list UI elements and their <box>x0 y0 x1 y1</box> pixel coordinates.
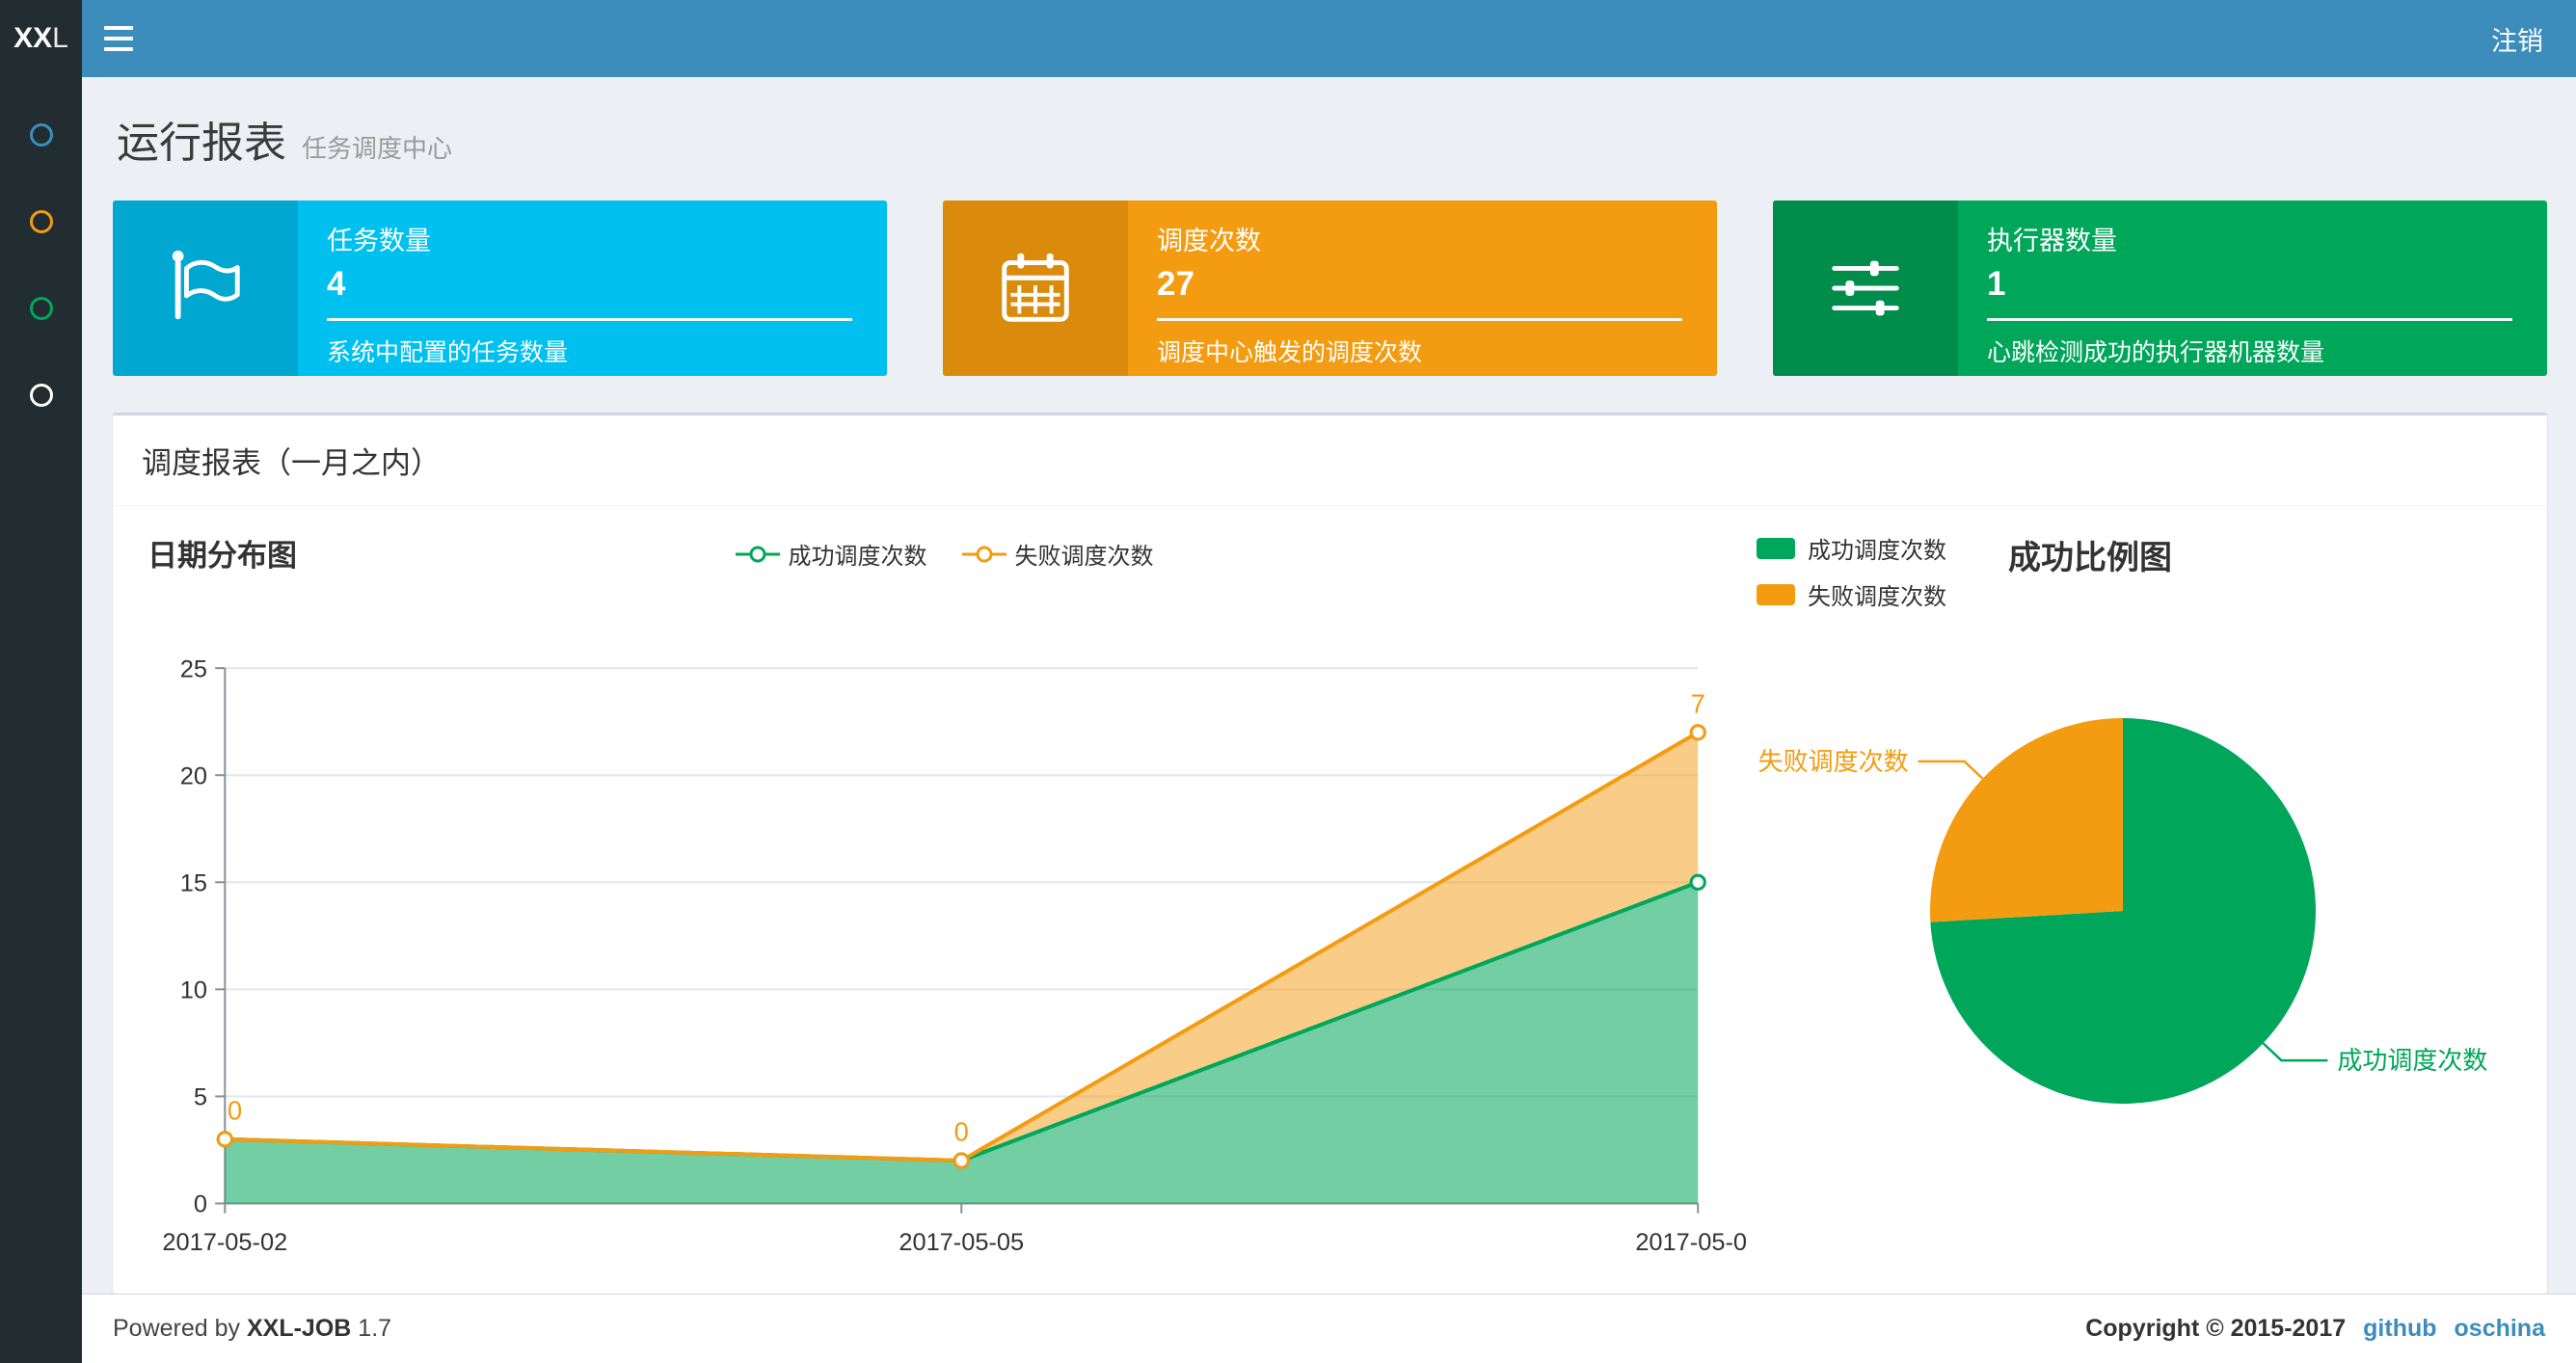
stat-box-body: 调度次数 27 调度中心触发的调度次数 <box>1128 200 1717 376</box>
stat-box-value: 4 <box>327 265 346 303</box>
legend-label: 失败调度次数 <box>1808 584 1946 610</box>
legend-item-fail[interactable]: 失败调度次数 <box>961 537 1154 571</box>
stat-box-value: 1 <box>1987 265 2006 303</box>
stat-box-icon-area <box>943 200 1128 376</box>
stat-box-title: 任务数量 <box>327 227 431 255</box>
page-wrapper: 运行报表 任务调度中心 任务数量 4 系统中配置的任务数量 调度次数 27 调度… <box>0 77 2576 1363</box>
svg-text:成功调度次数: 成功调度次数 <box>2337 1046 2487 1075</box>
logo-text-bold: XX <box>13 22 53 54</box>
powered-by: Powered by XXL-JOB 1.7 <box>113 1315 391 1343</box>
calendar-icon <box>1002 253 1069 322</box>
stat-box-description: 调度中心触发的调度次数 <box>1157 339 1423 366</box>
page-subtitle: 任务调度中心 <box>302 134 453 163</box>
svg-text:7: 7 <box>1691 688 1705 718</box>
svg-text:5: 5 <box>194 1084 207 1111</box>
stat-box-divider <box>327 318 852 321</box>
logo-text-light: L <box>52 22 68 54</box>
date-distribution-chart: 05101520252017-05-022017-05-052017-05-08… <box>162 655 1747 1256</box>
line-chart-legend: 成功调度次数 失败调度次数 <box>735 531 1154 571</box>
stat-box-divider <box>1987 318 2512 321</box>
stat-box-divider <box>1157 318 1682 321</box>
legend-item-success[interactable]: 成功调度次数 <box>1757 531 1946 565</box>
powered-by-prefix: Powered by <box>113 1315 241 1342</box>
legend-label: 成功调度次数 <box>1808 538 1946 564</box>
stat-box-row: 任务数量 4 系统中配置的任务数量 调度次数 27 调度中心触发的调度次数 执行… <box>113 200 2547 376</box>
stat-box-description: 系统中配置的任务数量 <box>327 339 569 366</box>
line-chart-title: 日期分布图 <box>148 539 297 573</box>
sidebar-item-1-circle-icon[interactable] <box>29 123 53 147</box>
main-column: 运行报表 任务调度中心 任务数量 4 系统中配置的任务数量 调度次数 27 调度… <box>82 77 2576 1363</box>
stat-box-description: 心跳检测成功的执行器机器数量 <box>1987 339 2325 366</box>
legend-line-marker-icon <box>735 546 780 562</box>
sliders-icon <box>1832 260 1899 316</box>
date-chart-header: 日期分布图 成功调度次数 失败调度次数 <box>142 531 1747 595</box>
success-ratio-pie: 成功调度次数 失败调度次数 <box>1758 718 2487 1104</box>
report-panel-title: 调度报表（一月之内） <box>142 446 441 480</box>
svg-text:10: 10 <box>180 976 207 1003</box>
pie-chart-section: 成功调度次数 失败调度次数 成功比例图 成功调度次数 失败调度次数 <box>1747 531 2518 1280</box>
legend-label: 成功调度次数 <box>788 544 927 570</box>
stat-box-body: 执行器数量 1 心跳检测成功的执行器机器数量 <box>1958 200 2547 376</box>
svg-text:0: 0 <box>194 1191 207 1218</box>
svg-text:0: 0 <box>954 1117 969 1147</box>
footer: Powered by XXL-JOB 1.7 Copyright © 2015-… <box>82 1294 2576 1363</box>
legend-label: 失败调度次数 <box>1014 544 1154 570</box>
stat-box-title: 调度次数 <box>1157 227 1261 255</box>
date-chart-section: 日期分布图 成功调度次数 失败调度次数 0 5 10 15 20 25 2017… <box>142 531 1747 1280</box>
navbar-spacer <box>155 0 2458 77</box>
stat-box-value: 27 <box>1157 265 1194 303</box>
svg-text:25: 25 <box>180 655 207 682</box>
page-header: 运行报表 任务调度中心 <box>117 108 2547 170</box>
sidebar-item-4-circle-icon[interactable] <box>29 384 53 407</box>
sidebar-item-2-circle-icon[interactable] <box>29 210 53 233</box>
svg-text:20: 20 <box>180 762 207 789</box>
stat-box-icon-area <box>113 200 298 376</box>
legend-swatch-icon <box>1757 537 1795 559</box>
copyright-text: Copyright © 2015-2017 <box>2085 1315 2347 1342</box>
stat-box-body: 任务数量 4 系统中配置的任务数量 <box>298 200 887 376</box>
legend-swatch-icon <box>1757 583 1795 605</box>
legend-item-fail[interactable]: 失败调度次数 <box>1757 577 1946 611</box>
report-panel-body: 日期分布图 成功调度次数 失败调度次数 0 5 10 15 20 25 2017… <box>113 506 2547 1294</box>
report-panel: 调度报表（一月之内） 日期分布图 成功调度次数 失败调度次数 0 5 10 15… <box>113 413 2547 1294</box>
oschina-link[interactable]: oschina <box>2455 1315 2545 1343</box>
pie-chart-legend: 成功调度次数 失败调度次数 <box>1757 531 1946 611</box>
hamburger-icon <box>104 47 133 51</box>
sidebar <box>0 77 82 1363</box>
page-title: 运行报表 <box>117 120 286 167</box>
report-panel-header: 调度报表（一月之内） <box>113 415 2547 506</box>
stat-box-icon-area <box>1773 200 1958 376</box>
sidebar-item-3-circle-icon[interactable] <box>29 297 53 320</box>
svg-text:2017-05-08: 2017-05-08 <box>1635 1229 1747 1256</box>
stat-box-jobs: 任务数量 4 系统中配置的任务数量 <box>113 200 887 376</box>
legend-item-success[interactable]: 成功调度次数 <box>735 537 927 571</box>
sidebar-toggle-button[interactable] <box>82 0 155 77</box>
svg-text:2017-05-05: 2017-05-05 <box>899 1229 1024 1256</box>
svg-text:15: 15 <box>180 869 207 896</box>
legend-line-marker-icon <box>961 546 1006 562</box>
svg-text:失败调度次数: 失败调度次数 <box>1758 747 1909 776</box>
logout-button[interactable]: 注销 <box>2458 0 2576 77</box>
copyright-area: Copyright © 2015-2017 github oschina <box>2085 1315 2545 1343</box>
stat-box-triggers: 调度次数 27 调度中心触发的调度次数 <box>943 200 1717 376</box>
product-name: XXL-JOB <box>246 1315 352 1342</box>
pie-chart-title: 成功比例图 <box>2008 540 2172 576</box>
stat-box-executors: 执行器数量 1 心跳检测成功的执行器机器数量 <box>1773 200 2547 376</box>
top-navbar: XX L 注销 <box>0 0 2576 77</box>
stat-box-title: 执行器数量 <box>1987 227 2117 255</box>
flag-icon <box>172 250 240 320</box>
product-version: 1.7 <box>358 1315 392 1342</box>
hamburger-icon <box>104 37 133 40</box>
github-link[interactable]: github <box>2363 1315 2436 1343</box>
svg-text:0: 0 <box>228 1096 242 1126</box>
pie-chart-header: 成功调度次数 失败调度次数 成功比例图 <box>1747 531 2518 614</box>
hamburger-icon <box>104 26 133 30</box>
content-area: 运行报表 任务调度中心 任务数量 4 系统中配置的任务数量 调度次数 27 调度… <box>82 77 2576 1294</box>
svg-text:2017-05-02: 2017-05-02 <box>162 1229 287 1256</box>
app-logo[interactable]: XX L <box>0 0 82 77</box>
